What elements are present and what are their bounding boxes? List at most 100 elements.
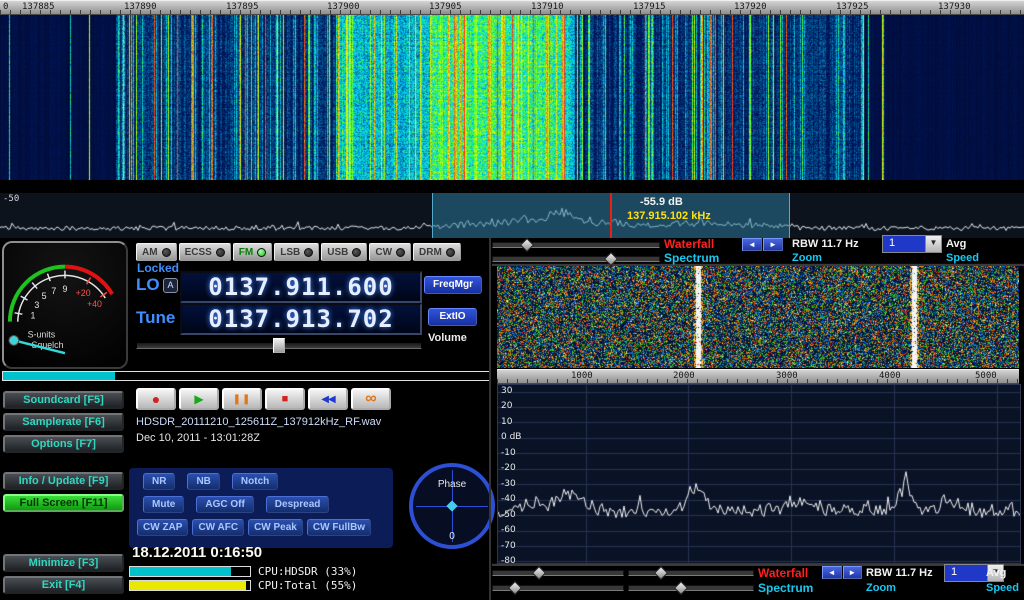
cpu-hdsdr-bar — [129, 566, 251, 577]
record-button[interactable]: ● — [136, 388, 176, 410]
db-scale-label: -20 — [501, 463, 516, 473]
right-arrow-button[interactable]: ► — [843, 566, 863, 579]
slider-thumb[interactable] — [520, 237, 534, 251]
slider-thumb[interactable] — [674, 581, 688, 595]
rewind-button[interactable]: ◀◀ — [308, 388, 348, 410]
mode-am-button[interactable]: AM — [136, 243, 177, 261]
spectrum-zoom-slider[interactable] — [628, 582, 754, 593]
loop-button[interactable]: ∞ — [351, 388, 391, 410]
svg-text:5: 5 — [42, 291, 47, 301]
pause-icon: ❚❚ — [233, 394, 252, 405]
waterfall-contrast-slider[interactable] — [492, 239, 660, 250]
spectrum-range-slider[interactable] — [492, 582, 624, 593]
slider-thumb[interactable] — [604, 251, 618, 265]
mode-usb-button[interactable]: USB — [321, 243, 367, 261]
speed-label: Speed — [986, 582, 1018, 594]
play-icon: ▶ — [194, 392, 203, 406]
pause-button[interactable]: ❚❚ — [222, 388, 262, 410]
nb-button[interactable]: NB — [187, 473, 219, 490]
db-scale-label: -80 — [501, 556, 516, 566]
cw-zap-button[interactable]: CW ZAP — [137, 519, 188, 536]
spectrum-range-slider[interactable] — [492, 253, 660, 264]
tune-frequency-display[interactable]: 0137.913.702 — [180, 303, 422, 335]
full-screen-button[interactable]: Full Screen [F11] — [3, 494, 124, 512]
cpu-hdsdr-text: CPU:HDSDR (33%) — [258, 565, 357, 578]
slider-track[interactable] — [628, 570, 754, 576]
audio-frequency-scale[interactable]: 1000 2000 3000 4000 5000 — [497, 369, 1019, 384]
rbw-label: RBW 11.7 Hz — [792, 238, 878, 250]
left-arrow-button[interactable]: ◄ — [742, 238, 762, 251]
avg-select[interactable]: 1 ▼ — [882, 235, 942, 253]
speed-label: Speed — [946, 252, 984, 264]
waterfall-tab[interactable]: Waterfall — [664, 237, 738, 251]
main-waterfall[interactable] — [0, 0, 1024, 180]
mode-ecss-button[interactable]: ECSS — [179, 243, 231, 261]
freqmgr-button[interactable]: FreqMgr — [424, 276, 482, 294]
slider-thumb[interactable] — [508, 581, 522, 595]
cw-fullbw-button[interactable]: CW FullBw — [307, 519, 371, 536]
playback-controls: ● ▶ ❚❚ ■ ◀◀ ∞ — [136, 388, 391, 410]
waterfall-brightness-slider[interactable] — [492, 567, 624, 578]
lo-lock-badge[interactable]: A — [163, 278, 178, 293]
db-scale-label: -30 — [501, 479, 516, 489]
mute-button[interactable]: Mute — [143, 496, 184, 513]
stop-button[interactable]: ■ — [265, 388, 305, 410]
waterfall-contrast-slider[interactable] — [628, 567, 754, 578]
zoom-label: Zoom — [792, 252, 878, 264]
cw-peak-button[interactable]: CW Peak — [248, 519, 303, 536]
audio-spectrum — [497, 384, 1021, 564]
rewind-icon: ◀◀ — [321, 394, 334, 405]
despread-button[interactable]: Despread — [266, 496, 330, 513]
options-button[interactable]: Options [F7] — [3, 435, 124, 453]
mode-label: AM — [142, 247, 158, 258]
cpu-hdsdr-bar-fill — [130, 567, 231, 576]
soundcard-button[interactable]: Soundcard [F5] — [3, 391, 124, 409]
main-spectrum[interactable]: -50 -55.9 dB 137.915.102 kHz — [0, 193, 1024, 238]
stop-icon: ■ — [282, 393, 289, 405]
slider-thumb[interactable] — [654, 566, 668, 580]
right-bottom-controls: Waterfall ◄ ► RBW 11.7 Hz 1 ▼ Avg Spectr… — [492, 566, 1022, 596]
cw-afc-button[interactable]: CW AFC — [192, 519, 244, 536]
nr-button[interactable]: NR — [143, 473, 175, 490]
mode-led-icon — [162, 248, 171, 257]
db-scale-label: 30 — [501, 386, 512, 396]
volume-slider-thumb[interactable] — [273, 338, 285, 353]
minimize-button[interactable]: Minimize [F3] — [3, 554, 124, 572]
mode-led-icon — [257, 248, 266, 257]
zoom-label: Zoom — [866, 582, 940, 594]
waterfall-tab[interactable]: Waterfall — [758, 566, 818, 580]
slider-track[interactable] — [492, 242, 660, 248]
agc-button[interactable]: AGC Off — [196, 496, 253, 513]
dsp-row: CW ZAP CW AFC CW Peak CW FullBw — [129, 519, 393, 536]
avg-label: Avg — [986, 567, 1018, 579]
lo-frequency-display[interactable]: 0137.911.600 — [180, 271, 422, 303]
volume-slider[interactable] — [136, 338, 422, 351]
mode-cw-button[interactable]: CW — [369, 243, 411, 261]
chevron-down-icon[interactable]: ▼ — [925, 236, 941, 252]
main-frequency-scale[interactable]: 0 137885 137890 137895 137900 137905 137… — [0, 0, 1024, 15]
exit-button[interactable]: Exit [F4] — [3, 576, 124, 594]
scale-ticks — [497, 379, 1019, 383]
notch-button[interactable]: Notch — [232, 473, 278, 490]
slider-thumb[interactable] — [532, 566, 546, 580]
phase-value: 0 — [413, 531, 491, 542]
smeter-level-bar[interactable] — [2, 371, 491, 381]
info-update-button[interactable]: Info / Update [F9] — [3, 472, 124, 490]
slider-track[interactable] — [492, 256, 660, 262]
spectrum-tab[interactable]: Spectrum — [664, 251, 738, 265]
left-arrow-button[interactable]: ◄ — [822, 566, 842, 579]
slider-track[interactable] — [492, 570, 624, 576]
spectrum-tab[interactable]: Spectrum — [758, 581, 818, 595]
extio-button[interactable]: ExtIO — [428, 308, 477, 326]
slider-track[interactable] — [628, 585, 754, 591]
play-button[interactable]: ▶ — [179, 388, 219, 410]
phase-dial: Phase 0 — [409, 463, 495, 549]
samplerate-button[interactable]: Samplerate [F6] — [3, 413, 124, 431]
audio-waterfall — [497, 266, 1019, 368]
mode-drm-button[interactable]: DRM — [413, 243, 461, 261]
mode-lsb-button[interactable]: LSB — [274, 243, 319, 261]
right-arrow-button[interactable]: ► — [763, 238, 783, 251]
mode-label: LSB — [280, 247, 300, 258]
lo-label: LO — [136, 275, 160, 295]
mode-fm-button[interactable]: FM — [233, 243, 272, 261]
